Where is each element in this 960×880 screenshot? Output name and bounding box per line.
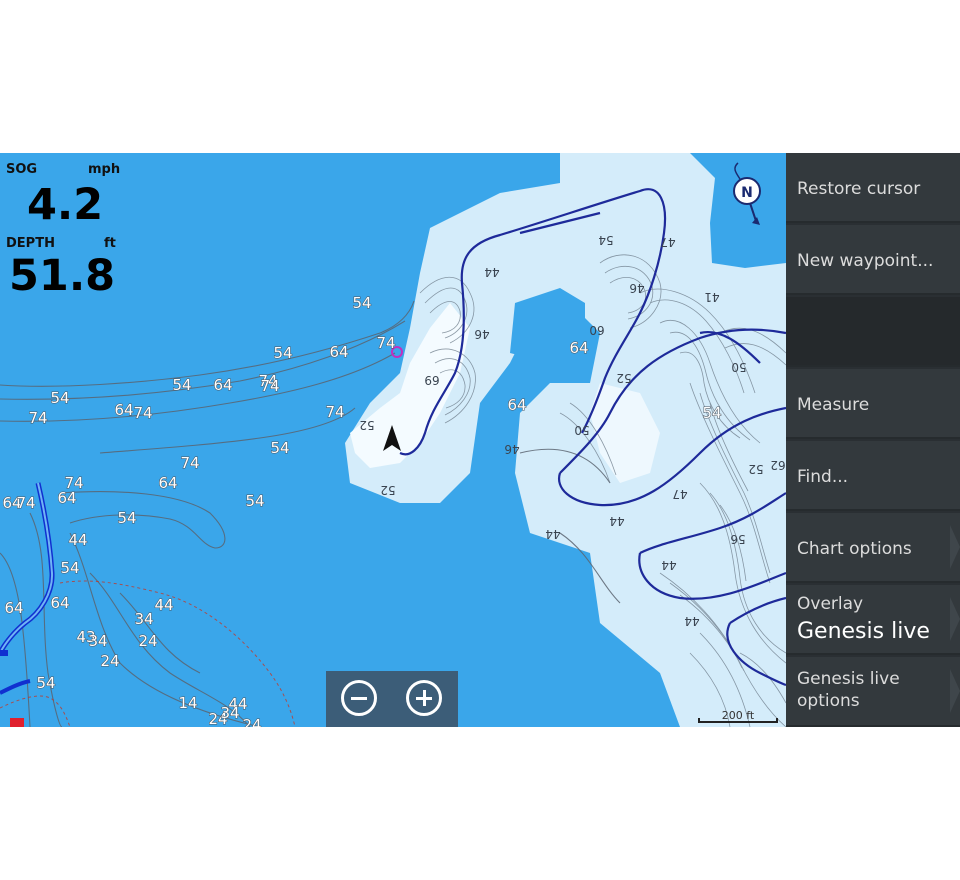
chart-screen: N 54 74 54 64 74 54 74 54 64 74 74 64 74 64 54 64 74 64 54… — [0, 153, 960, 727]
depth-sounding-label: 44 — [68, 531, 87, 549]
menu-item-empty — [786, 297, 960, 367]
sog-unit: mph — [88, 162, 121, 177]
context-menu: Restore cursor New waypoint... Measure F… — [786, 153, 960, 727]
depth-sounding-label: 24 — [138, 632, 157, 650]
menu-item-overlay[interactable]: Overlay Genesis live — [786, 585, 960, 655]
depth-sounding-label: 74 — [260, 377, 279, 395]
depth-value: 51.8 — [9, 251, 116, 301]
depth-sounding-label: 54 — [36, 674, 55, 692]
data-overlay: SOG mph 4.2 DEPTH ft 51.8 — [0, 153, 130, 303]
menu-item-label: Measure — [797, 395, 870, 415]
blue-marker — [0, 650, 8, 656]
menu-item-measure[interactable]: Measure — [786, 369, 960, 439]
depth-sounding-label: 54 — [270, 439, 289, 457]
menu-item-label: Overlay — [797, 594, 864, 614]
depth-sounding-label: 74 — [376, 334, 395, 352]
submenu-arrow-icon — [950, 597, 960, 641]
depth-sounding-label: 44 — [609, 514, 624, 528]
depth-sounding-label: 46 — [629, 281, 644, 295]
depth-sounding-label: 54 — [117, 509, 136, 527]
depth-sounding-label: 74 — [28, 409, 47, 427]
submenu-arrow-icon — [950, 669, 960, 713]
depth-sounding-label: 54 — [172, 376, 191, 394]
menu-item-genesis-live-options[interactable]: Genesis live options — [786, 657, 960, 727]
menu-item-label: New waypoint... — [797, 251, 934, 271]
menu-item-label: Restore cursor — [797, 179, 921, 199]
depth-sounding-label: 50 — [731, 360, 746, 374]
depth-sounding-label: 54 — [352, 294, 371, 312]
depth-sounding-label: 54 — [273, 344, 292, 362]
depth-sounding-label: 54 — [598, 233, 613, 247]
scale-bar: 200 ft — [697, 709, 779, 725]
menu-item-new-waypoint[interactable]: New waypoint... — [786, 225, 960, 295]
depth-sounding-label: 24 — [100, 652, 119, 670]
depth-sounding-label: 52 — [380, 483, 395, 497]
depth-sounding-label: 52 — [359, 418, 374, 432]
depth-sounding-label: 50 — [574, 423, 589, 437]
zoom-out-button[interactable] — [341, 680, 377, 716]
overlay-value: Genesis live — [797, 619, 930, 644]
depth-sounding-label: 14 — [178, 694, 197, 712]
depth-sounding-label: 64 — [4, 599, 23, 617]
depth-unit: ft — [104, 236, 116, 251]
depth-sounding-label: 64 — [569, 339, 588, 357]
depth-sounding-label: 46 — [474, 327, 489, 341]
depth-sounding-label: 41 — [704, 290, 719, 304]
depth-sounding-label: 64 — [114, 401, 133, 419]
depth-sounding-label: 64 — [329, 343, 348, 361]
depth-sounding-label: 64 — [213, 376, 232, 394]
depth-sounding-label: 54 — [702, 404, 721, 422]
svg-text:200 ft: 200 ft — [722, 709, 755, 722]
depth-sounding-label: 47 — [672, 487, 687, 501]
menu-item-label: Chart options — [797, 539, 912, 559]
depth-sounding-label: 64 — [50, 594, 69, 612]
depth-sounding-label: 34 — [88, 632, 107, 650]
menu-item-find[interactable]: Find... — [786, 441, 960, 511]
depth-sounding-label: 54 — [60, 559, 79, 577]
depth-sounding-label: 56 — [730, 532, 745, 546]
depth-sounding-label: 60 — [589, 323, 604, 337]
depth-sounding-label: 52 — [748, 462, 763, 476]
depth-sounding-label: 34 — [134, 610, 153, 628]
menu-item-restore-cursor[interactable]: Restore cursor — [786, 153, 960, 223]
menu-item-label: Genesis live options — [797, 669, 900, 711]
zoom-controls — [326, 671, 458, 727]
depth-sounding-label: 69 — [424, 373, 439, 387]
red-marker — [10, 718, 24, 727]
menu-item-label: Find... — [797, 467, 849, 487]
zoom-in-button[interactable] — [406, 680, 442, 716]
sog-value: 4.2 — [27, 180, 104, 230]
depth-sounding-label: 74 — [133, 404, 152, 422]
sog-label: SOG — [6, 162, 38, 177]
depth-sounding-label: 74 — [16, 494, 35, 512]
depth-label: DEPTH — [6, 236, 55, 251]
depth-sounding-label: 74 — [180, 454, 199, 472]
depth-sounding-label: 74 — [325, 403, 344, 421]
depth-sounding-label: 52 — [616, 371, 631, 385]
svg-text:N: N — [741, 185, 753, 201]
depth-sounding-label: 54 — [50, 389, 69, 407]
depth-sounding-label: 47 — [660, 235, 675, 249]
depth-sounding-label: 64 — [507, 396, 526, 414]
depth-sounding-label: 44 — [484, 265, 499, 279]
depth-sounding-label: 46 — [504, 442, 519, 456]
depth-sounding-label: 62 — [770, 458, 785, 472]
depth-sounding-label: 44 — [154, 596, 173, 614]
submenu-arrow-icon — [950, 525, 960, 569]
depth-sounding-label: 44 — [545, 527, 560, 541]
depth-sounding-label: 44 — [684, 614, 699, 628]
depth-sounding-label: 34 — [220, 704, 239, 722]
depth-sounding-label: 64 — [158, 474, 177, 492]
depth-sounding-label: 44 — [661, 558, 676, 572]
menu-item-chart-options[interactable]: Chart options — [786, 513, 960, 583]
depth-sounding-label: 74 — [64, 474, 83, 492]
depth-sounding-label: 54 — [245, 492, 264, 510]
depth-sounding-label: 24 — [242, 716, 261, 727]
